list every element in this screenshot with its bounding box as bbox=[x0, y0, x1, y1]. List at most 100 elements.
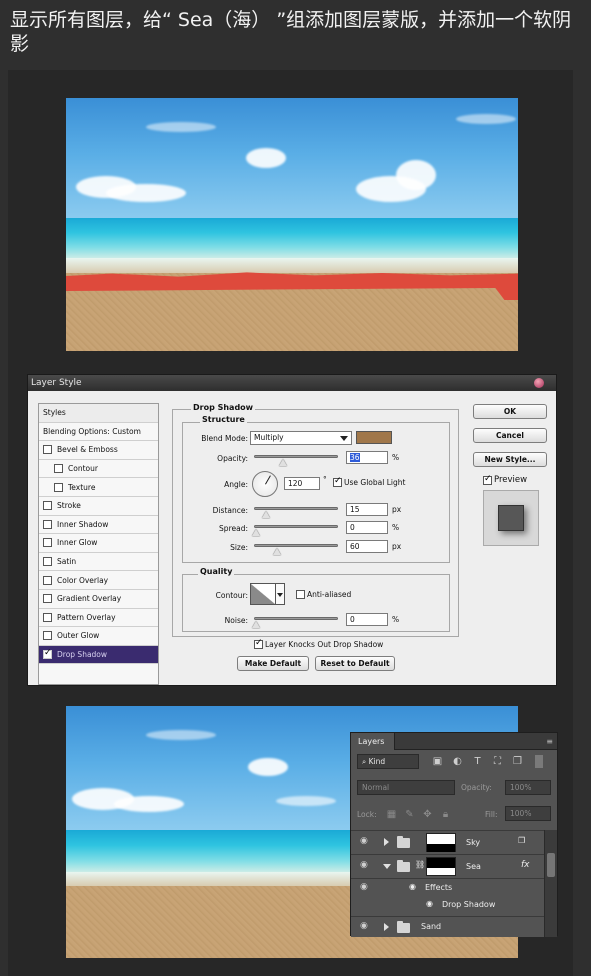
fx-icon[interactable]: fx bbox=[521, 860, 530, 870]
layers-scrollbar[interactable] bbox=[544, 830, 557, 937]
angle-dial[interactable] bbox=[252, 471, 278, 497]
checkbox-icon[interactable] bbox=[43, 594, 52, 604]
checkbox-icon[interactable] bbox=[296, 590, 305, 599]
checkbox-icon[interactable] bbox=[483, 474, 492, 485]
distance-slider[interactable] bbox=[254, 507, 338, 518]
size-slider-thumb[interactable] bbox=[273, 548, 281, 555]
checkbox-icon[interactable] bbox=[254, 638, 263, 649]
preview-checkbox[interactable]: Preview bbox=[483, 474, 527, 485]
make-default-button[interactable]: Make Default bbox=[237, 656, 309, 671]
blend-mode-select[interactable]: Normal bbox=[357, 780, 455, 795]
opacity-slider[interactable] bbox=[254, 455, 338, 466]
cloud bbox=[106, 184, 186, 202]
checkbox-icon[interactable] bbox=[43, 575, 52, 585]
collapse-triangle-icon[interactable] bbox=[383, 864, 391, 869]
checkbox-icon[interactable] bbox=[43, 557, 52, 567]
lock-paint-icon[interactable]: ✎ bbox=[403, 808, 416, 821]
style-item[interactable]: Outer Glow bbox=[39, 627, 158, 646]
layer-row-drop-shadow[interactable]: ◉ Drop Shadow bbox=[351, 896, 545, 914]
visibility-eye-icon[interactable]: ◉ bbox=[360, 836, 368, 846]
spread-slider[interactable] bbox=[252, 525, 338, 536]
dialog-title-bar: Layer Style bbox=[28, 375, 556, 391]
size-field[interactable]: 60 bbox=[346, 540, 388, 553]
checkbox-icon[interactable] bbox=[54, 464, 63, 474]
checkbox-icon[interactable] bbox=[43, 538, 52, 548]
layer-row-sky[interactable]: ◉ Sky ❐ bbox=[351, 830, 545, 853]
use-global-light-checkbox[interactable]: Use Global Light bbox=[333, 476, 405, 487]
smart-object-filter-icon[interactable]: ❐ bbox=[511, 755, 524, 768]
expand-triangle-icon[interactable] bbox=[384, 838, 389, 846]
filter-kind-select[interactable]: ⌕ Kind bbox=[357, 754, 419, 769]
style-item[interactable]: Stroke bbox=[39, 497, 158, 516]
knocks-out-checkbox[interactable]: Layer Knocks Out Drop Shadow bbox=[254, 638, 383, 649]
cancel-button[interactable]: Cancel bbox=[473, 428, 547, 443]
adjustment-filter-icon[interactable]: ◐ bbox=[451, 755, 464, 768]
layer-row-sea[interactable]: ◉ ⛓ Sea fx bbox=[351, 854, 545, 877]
layer-row-sand[interactable]: ◉ Sand bbox=[351, 916, 545, 937]
size-slider[interactable] bbox=[254, 544, 338, 555]
style-item[interactable]: Bevel & Emboss bbox=[39, 441, 158, 460]
expand-triangle-icon[interactable] bbox=[384, 923, 389, 931]
noise-slider[interactable] bbox=[252, 617, 338, 628]
checkbox-icon[interactable] bbox=[43, 631, 52, 641]
filter-toggle-icon[interactable] bbox=[535, 755, 543, 768]
checkbox-icon[interactable] bbox=[54, 482, 63, 492]
shadow-color-swatch[interactable] bbox=[356, 431, 392, 444]
spread-unit: % bbox=[392, 523, 400, 532]
lock-transparent-icon[interactable]: ▦ bbox=[385, 808, 398, 821]
panel-menu-icon[interactable]: ≡ bbox=[546, 737, 553, 746]
style-item[interactable]: Satin bbox=[39, 553, 158, 572]
spread-field[interactable]: 0 bbox=[346, 521, 388, 534]
reset-default-button[interactable]: Reset to Default bbox=[315, 656, 395, 671]
ok-button[interactable]: OK bbox=[473, 404, 547, 419]
styles-header[interactable]: Styles bbox=[39, 404, 158, 423]
blending-options[interactable]: Blending Options: Custom bbox=[39, 423, 158, 442]
chevron-down-icon[interactable] bbox=[276, 583, 285, 605]
checkbox-icon[interactable] bbox=[43, 648, 52, 660]
layer-mask-thumbnail[interactable] bbox=[426, 833, 456, 852]
blend-mode-select[interactable]: Multiply bbox=[250, 431, 352, 445]
checkbox-icon[interactable] bbox=[43, 501, 52, 511]
angle-field[interactable]: 120 bbox=[284, 477, 320, 490]
new-style-button[interactable]: New Style... bbox=[473, 452, 547, 467]
style-item[interactable]: Pattern Overlay bbox=[39, 609, 158, 628]
noise-field[interactable]: 0 bbox=[346, 613, 388, 626]
image-filter-icon[interactable]: ▣ bbox=[431, 755, 444, 768]
lock-all-icon[interactable]: 🔒︎ bbox=[439, 808, 452, 821]
style-item[interactable]: Gradient Overlay bbox=[39, 590, 158, 609]
effect-eye-icon[interactable]: ◉ bbox=[426, 899, 433, 908]
shape-filter-icon[interactable]: ⛶ bbox=[491, 755, 504, 768]
anti-aliased-checkbox[interactable]: Anti-aliased bbox=[296, 590, 351, 599]
opacity-field[interactable]: 36 bbox=[346, 451, 388, 464]
tab-layers[interactable]: Layers bbox=[351, 733, 395, 750]
visibility-eye-icon[interactable]: ◉ bbox=[360, 882, 368, 892]
checkbox-icon[interactable] bbox=[43, 612, 52, 622]
style-item[interactable]: Drop Shadow bbox=[39, 645, 158, 665]
effects-eye-icon[interactable]: ◉ bbox=[409, 882, 416, 891]
checkbox-icon[interactable] bbox=[333, 476, 342, 487]
type-filter-icon[interactable]: T bbox=[471, 755, 484, 768]
layer-mask-thumbnail[interactable] bbox=[426, 857, 456, 876]
noise-slider-thumb[interactable] bbox=[252, 621, 260, 628]
visibility-eye-icon[interactable]: ◉ bbox=[360, 860, 368, 870]
visibility-eye-icon[interactable]: ◉ bbox=[360, 921, 368, 931]
spread-slider-thumb[interactable] bbox=[252, 529, 260, 536]
distance-slider-thumb[interactable] bbox=[262, 511, 270, 518]
style-item[interactable]: Color Overlay bbox=[39, 571, 158, 590]
scrollbar-thumb[interactable] bbox=[547, 853, 555, 877]
style-item[interactable]: Inner Shadow bbox=[39, 516, 158, 535]
layer-row-effects[interactable]: ◉ ◉ Effects bbox=[351, 878, 545, 896]
style-item-label: Gradient Overlay bbox=[57, 594, 122, 604]
opacity-slider-thumb[interactable] bbox=[279, 459, 287, 466]
style-item[interactable]: Texture bbox=[39, 478, 158, 497]
distance-field[interactable]: 15 bbox=[346, 503, 388, 516]
contour-picker[interactable] bbox=[250, 583, 276, 605]
opacity-field[interactable]: 100% bbox=[505, 780, 551, 795]
close-icon[interactable] bbox=[534, 378, 544, 388]
checkbox-icon[interactable] bbox=[43, 519, 52, 529]
lock-position-icon[interactable]: ✥ bbox=[421, 808, 434, 821]
checkbox-icon[interactable] bbox=[43, 445, 52, 455]
style-item[interactable]: Contour bbox=[39, 460, 158, 479]
style-item[interactable]: Inner Glow bbox=[39, 534, 158, 553]
fill-field[interactable]: 100% bbox=[505, 806, 551, 821]
